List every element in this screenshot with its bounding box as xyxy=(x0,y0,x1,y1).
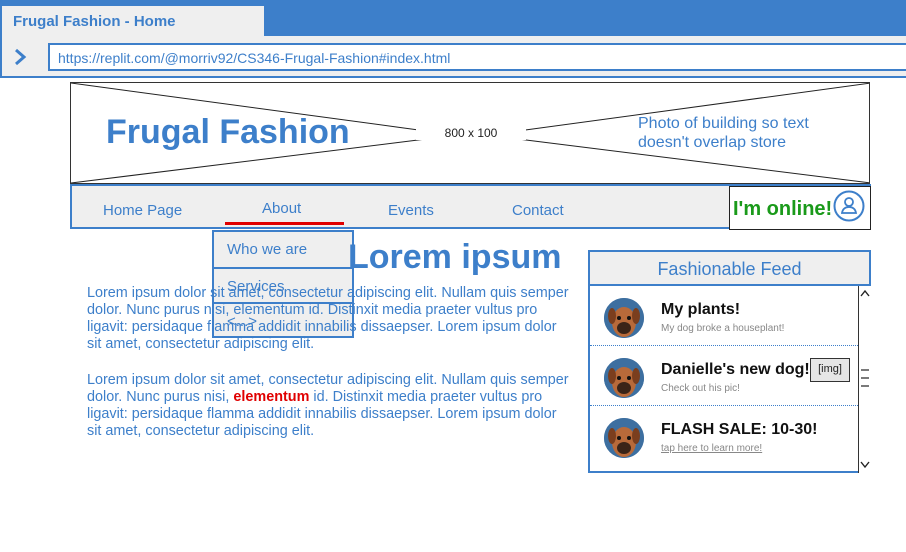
fashionable-feed: Fashionable Feed My plants! My dog broke… xyxy=(588,250,871,473)
main-heading: Lorem ipsum xyxy=(348,238,562,276)
address-bar-row: https://replit.com/@morriv92/CS346-Fruga… xyxy=(0,36,906,78)
post-title: FLASH SALE: 10-30! xyxy=(661,421,818,438)
feed-post[interactable]: FLASH SALE: 10-30! tap here to learn mor… xyxy=(590,406,858,466)
feed-scrollbar[interactable] xyxy=(858,286,871,473)
nav-about[interactable]: About xyxy=(262,200,301,217)
nav-bar: Home Page About Events Contact I'm onlin… xyxy=(70,184,871,230)
nav-events[interactable]: Events xyxy=(388,202,434,219)
nav-home[interactable]: Home Page xyxy=(103,202,182,219)
online-status[interactable]: I'm online! xyxy=(729,186,871,230)
banner-note: Photo of building so text doesn't overla… xyxy=(638,115,809,151)
post-link[interactable]: tap here to learn more! xyxy=(661,443,762,454)
scroll-down-icon[interactable] xyxy=(859,458,871,470)
dog-avatar xyxy=(604,418,644,458)
feed-post[interactable]: My plants! My dog broke a houseplant! xyxy=(590,286,858,346)
highlight-word: elementum xyxy=(233,389,310,405)
post-title: Danielle's new dog! xyxy=(661,361,810,378)
banner-dimensions: 800 x 100 xyxy=(416,126,526,140)
dropdown-item-who-we-are[interactable]: Who we are xyxy=(214,232,352,267)
feed-post[interactable]: Danielle's new dog! Check out his pic! [… xyxy=(590,346,858,406)
user-icon[interactable] xyxy=(833,190,865,222)
chevron-right-icon[interactable] xyxy=(12,46,30,68)
scroll-up-icon[interactable] xyxy=(859,288,871,300)
paragraph-2: Lorem ipsum dolor sit amet, consectetur … xyxy=(87,372,569,440)
post-subtitle: Check out his pic! xyxy=(661,383,740,394)
nav-contact[interactable]: Contact xyxy=(512,202,564,219)
post-subtitle: My dog broke a houseplant! xyxy=(661,323,785,334)
dog-avatar xyxy=(604,298,644,338)
image-placeholder[interactable]: [img] xyxy=(810,358,850,382)
url-input[interactable]: https://replit.com/@morriv92/CS346-Fruga… xyxy=(48,43,906,71)
scroll-thumb[interactable] xyxy=(860,364,870,392)
active-indicator xyxy=(225,222,344,225)
browser-tab[interactable]: Frugal Fashion - Home xyxy=(2,6,264,38)
banner-image-placeholder: Frugal Fashion 800 x 100 Photo of buildi… xyxy=(70,82,870,184)
site-title: Frugal Fashion xyxy=(106,113,350,151)
feed-list: My plants! My dog broke a houseplant! Da… xyxy=(590,286,858,472)
post-title: My plants! xyxy=(661,301,741,318)
online-label: I'm online! xyxy=(733,198,833,220)
paragraph-1: Lorem ipsum dolor sit amet, consectetur … xyxy=(87,285,569,352)
dog-avatar xyxy=(604,358,644,398)
feed-title: Fashionable Feed xyxy=(590,252,869,286)
